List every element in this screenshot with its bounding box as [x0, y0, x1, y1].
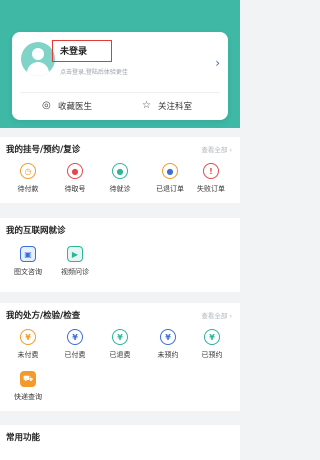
avatar[interactable] [21, 42, 55, 76]
unpaid-label: 未付费 [17, 351, 39, 359]
yen-icon: ¥ [20, 329, 36, 345]
yen-icon: ¥ [160, 329, 176, 345]
pending-number-item[interactable]: ● 待取号 [55, 163, 95, 194]
video-consult-item[interactable]: ▶ 视频问诊 [55, 246, 95, 277]
favorite-doctor-button[interactable]: ◎ 收藏医生 [42, 96, 92, 116]
follow-department-button[interactable]: ☆ 关注科室 [142, 96, 192, 116]
chevron-right-icon[interactable]: › [215, 56, 220, 70]
prescriptions-title: 我的处方/检验/检查 [6, 311, 81, 321]
user-icon: ● [67, 163, 83, 179]
pending-visit-item[interactable]: ● 待就诊 [100, 163, 140, 194]
booked-item[interactable]: ¥ 已预约 [192, 329, 232, 360]
common-title: 常用功能 [6, 433, 41, 443]
text-consult-label: 图文咨询 [14, 268, 42, 276]
text-consult-item[interactable]: ▣ 图文咨询 [8, 246, 48, 277]
truck-icon: ⛟ [20, 371, 36, 387]
paid-label: 已付费 [64, 351, 86, 359]
online-title: 我的互联网就诊 [6, 226, 66, 236]
warning-icon: ! [203, 163, 219, 179]
paid-item[interactable]: ¥ 已付费 [55, 329, 95, 360]
star-icon: ☆ [142, 100, 151, 111]
refunded-item[interactable]: ¥ 已退费 [100, 329, 140, 360]
image-icon: ▣ [20, 246, 36, 262]
pending-number-label: 待取号 [64, 185, 86, 193]
chat-icon: ◎ [42, 100, 51, 111]
video-consult-label: 视频问诊 [61, 268, 89, 276]
common-section: 常用功能 [0, 425, 240, 460]
express-query-item[interactable]: ⛟ 快递查询 [8, 371, 48, 402]
refunded-orders-item[interactable]: ● 已退订单 [150, 163, 190, 194]
yen-icon: ¥ [67, 329, 83, 345]
refunded-orders-label: 已退订单 [156, 185, 184, 193]
refund-icon: ● [162, 163, 178, 179]
unpaid-item[interactable]: ¥ 未付费 [8, 329, 48, 360]
failed-orders-item[interactable]: ! 失败订单 [191, 163, 231, 194]
express-query-label: 快递查询 [14, 393, 42, 401]
pending-payment-label: 待付款 [17, 185, 39, 193]
clock-icon: ◷ [20, 163, 36, 179]
yen-icon: ¥ [112, 329, 128, 345]
failed-orders-label: 失败订单 [197, 185, 225, 193]
pending-visit-label: 待就诊 [109, 185, 131, 193]
profile-card[interactable]: 未登录 点击登录,登陆后体验更佳 › ◎ 收藏医生 ☆ 关注科室 [12, 32, 228, 120]
doctor-icon: ● [112, 163, 128, 179]
favorite-doctor-label: 收藏医生 [58, 102, 93, 112]
pending-payment-item[interactable]: ◷ 待付款 [8, 163, 48, 194]
registration-section: 我的挂号/预约/复诊 查看全部 › ◷ 待付款 ● 待取号 ● 待就诊 ● 已退… [0, 137, 240, 203]
follow-department-label: 关注科室 [158, 102, 193, 112]
login-status[interactable]: 未登录 [60, 44, 87, 57]
prescriptions-view-all[interactable]: 查看全部 › [201, 310, 232, 320]
prescriptions-section: 我的处方/检验/检查 查看全部 › ¥ 未付费 ¥ 已付费 ¥ 已退费 ¥ 未预… [0, 303, 240, 411]
video-icon: ▶ [67, 246, 83, 262]
not-booked-item[interactable]: ¥ 未预约 [148, 329, 188, 360]
not-booked-label: 未预约 [157, 351, 179, 359]
online-section: 我的互联网就诊 ▣ 图文咨询 ▶ 视频问诊 [0, 218, 240, 292]
login-hint: 点击登录,登陆后体验更佳 [60, 69, 128, 76]
booked-label: 已预约 [201, 351, 223, 359]
registration-title: 我的挂号/预约/复诊 [6, 145, 81, 155]
refunded-label: 已退费 [109, 351, 131, 359]
registration-view-all[interactable]: 查看全部 › [201, 144, 232, 154]
yen-icon: ¥ [204, 329, 220, 345]
divider [20, 92, 220, 93]
